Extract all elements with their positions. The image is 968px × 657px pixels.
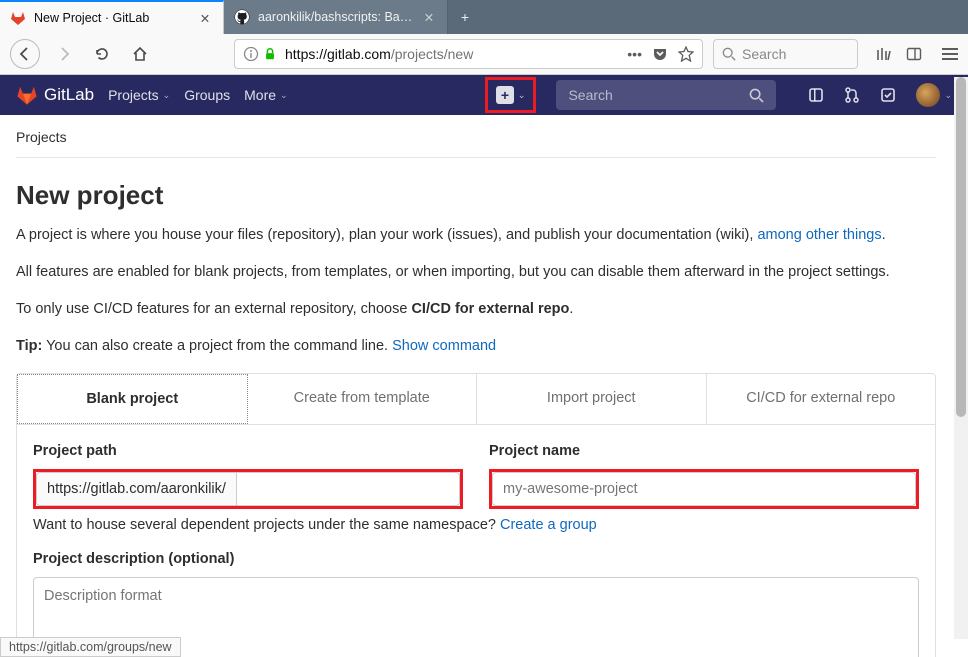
gitlab-logo-icon: [16, 84, 38, 106]
github-favicon-icon: [234, 9, 250, 25]
browser-chrome: New Project · GitLab ✕ aaronkilik/bashsc…: [0, 0, 968, 75]
bookmark-star-icon[interactable]: [678, 46, 694, 62]
project-path-input[interactable]: [237, 473, 459, 505]
page-actions-icon[interactable]: •••: [627, 46, 642, 62]
avatar: [916, 83, 940, 107]
navbar-search-input[interactable]: [568, 87, 749, 103]
search-placeholder: Search: [742, 46, 786, 62]
project-path-prefix: https://gitlab.com/aaronkilik/: [37, 473, 237, 505]
among-other-things-link[interactable]: among other things: [757, 227, 881, 243]
chevron-down-icon: ⌄: [518, 90, 526, 101]
intro-text: A project is where you house your files …: [16, 225, 936, 246]
close-icon[interactable]: ✕: [197, 10, 213, 26]
user-menu[interactable]: ⌄: [916, 83, 952, 107]
nav-projects[interactable]: Projects⌄: [108, 87, 170, 103]
cicd-text: To only use CI/CD features for an extern…: [16, 299, 936, 320]
search-icon: [749, 88, 764, 103]
menu-icon[interactable]: [942, 48, 958, 60]
tab-cicd-external[interactable]: CI/CD for external repo: [707, 374, 936, 424]
sidebar-icon[interactable]: [906, 46, 922, 62]
home-button[interactable]: [126, 40, 154, 68]
scrollbar-thumb[interactable]: [956, 77, 966, 417]
browser-tab-active[interactable]: New Project · GitLab ✕: [0, 0, 224, 34]
project-tabs: Blank project Create from template Impor…: [16, 373, 936, 425]
namespace-helper: Want to house several dependent projects…: [33, 517, 919, 533]
tip-text: Tip: You can also create a project from …: [16, 336, 936, 357]
lock-icon: [263, 47, 277, 61]
features-text: All features are enabled for blank proje…: [16, 262, 936, 283]
forward-button: [50, 40, 78, 68]
gitlab-navbar: GitLab Projects⌄ Groups More⌄ + ⌄ ⌄: [0, 75, 968, 115]
issues-icon[interactable]: [808, 87, 824, 103]
project-path-label: Project path: [33, 443, 463, 459]
reload-button[interactable]: [88, 40, 116, 68]
gitlab-favicon-icon: [10, 10, 26, 26]
library-icon[interactable]: [876, 46, 892, 62]
form-area: Project path https://gitlab.com/aaronkil…: [16, 425, 936, 657]
info-icon: [243, 46, 259, 62]
project-name-highlight: [489, 469, 919, 509]
project-name-input[interactable]: [503, 481, 905, 497]
create-new-button[interactable]: + ⌄: [485, 77, 537, 113]
back-button[interactable]: [10, 39, 40, 69]
status-bar: https://gitlab.com/groups/new: [0, 637, 181, 657]
tab-title: New Project · GitLab: [34, 11, 189, 25]
main-content: Projects New project A project is where …: [0, 115, 952, 657]
show-command-link[interactable]: Show command: [392, 338, 496, 354]
brand-text: GitLab: [44, 85, 94, 105]
tab-create-from-template[interactable]: Create from template: [248, 374, 478, 424]
site-identity[interactable]: [243, 46, 277, 62]
search-icon: [722, 47, 736, 61]
nav-more[interactable]: More⌄: [244, 87, 287, 103]
navbar-search[interactable]: [556, 80, 776, 110]
gitlab-logo[interactable]: GitLab: [16, 84, 94, 106]
url-bar[interactable]: https://gitlab.com/projects/new •••: [234, 39, 703, 69]
browser-tab[interactable]: aaronkilik/bashscripts: Bash s ✕: [224, 0, 448, 34]
description-label: Project description (optional): [33, 551, 919, 567]
new-tab-button[interactable]: +: [448, 0, 482, 34]
tab-blank-project[interactable]: Blank project: [17, 374, 248, 424]
plus-icon: +: [496, 86, 514, 104]
breadcrumb[interactable]: Projects: [16, 129, 936, 158]
page-heading: New project: [16, 180, 936, 211]
todos-icon[interactable]: [880, 87, 896, 103]
merge-requests-icon[interactable]: [844, 87, 860, 103]
url-text: https://gitlab.com/projects/new: [285, 46, 619, 62]
chevron-down-icon: ⌄: [944, 90, 952, 101]
tab-import-project[interactable]: Import project: [477, 374, 707, 424]
scrollbar[interactable]: [954, 77, 968, 639]
tab-title: aaronkilik/bashscripts: Bash s: [258, 10, 413, 24]
tab-bar: New Project · GitLab ✕ aaronkilik/bashsc…: [0, 0, 968, 34]
chevron-down-icon: ⌄: [163, 90, 171, 101]
project-name-label: Project name: [489, 443, 919, 459]
project-path-highlight: https://gitlab.com/aaronkilik/: [33, 469, 463, 509]
browser-toolbar: https://gitlab.com/projects/new ••• Sear…: [0, 34, 968, 74]
chevron-down-icon: ⌄: [280, 90, 288, 101]
create-group-link[interactable]: Create a group: [500, 517, 597, 533]
browser-search-input[interactable]: Search: [713, 39, 858, 69]
close-icon[interactable]: ✕: [421, 9, 437, 25]
nav-groups[interactable]: Groups: [184, 87, 230, 103]
pocket-icon[interactable]: [652, 46, 668, 62]
